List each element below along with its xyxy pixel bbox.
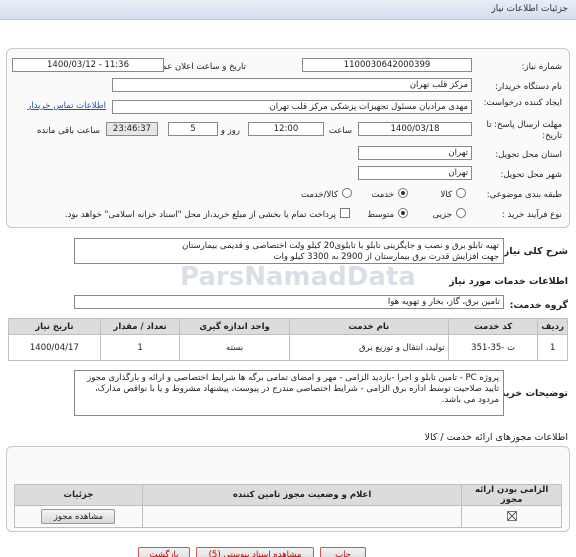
process-label: نوع فرآیند خرید : xyxy=(501,210,562,220)
col-permit-status: اعلام و وضعیت مجوز تامین کننده xyxy=(141,484,463,506)
buyer-contact-link[interactable]: اطلاعات تماس خریدار xyxy=(27,101,106,111)
col-service-name: نام خدمت xyxy=(288,318,449,335)
cell-permit-status xyxy=(141,505,463,528)
category-option-goods-service: کالا/خدمت xyxy=(301,190,338,200)
col-unit: واحد اندازه گیری xyxy=(179,318,290,335)
process-radio-medium[interactable] xyxy=(398,208,408,218)
back-button[interactable]: بازگشت xyxy=(138,547,190,557)
permits-table: الزامی بودن ارائه مجوز اعلام و وضعیت مجو… xyxy=(14,484,562,528)
remaining-time-label: ساعت باقی مانده xyxy=(36,126,100,136)
announce-date-field: 1400/03/12 - 11:36 xyxy=(12,58,164,72)
deadline-date-field: 1400/03/18 xyxy=(358,122,472,136)
cell-need-date: 1400/04/17 xyxy=(8,334,101,361)
creator-label: ایجاد کننده درخواست: xyxy=(483,98,562,108)
cell-quantity: 1 xyxy=(99,334,181,361)
process-option-minor: جزیی xyxy=(432,210,452,220)
province-label: استان محل تحویل: xyxy=(495,150,562,160)
deadline-time-label: ساعت xyxy=(328,126,352,136)
cell-service-name: تولید، انتقال و توزیع برق xyxy=(288,334,449,361)
table-row: مشاهده مجوز xyxy=(14,505,562,528)
cell-permit-required xyxy=(461,505,562,528)
col-permit-required: الزامی بودن ارائه مجوز xyxy=(461,484,562,506)
city-field: تهران xyxy=(358,166,472,180)
services-table-header: ردیف کد خدمت نام خدمت واحد اندازه گیری ت… xyxy=(8,318,568,335)
category-radio-service[interactable] xyxy=(398,188,408,198)
deadline-time-field: 12:00 xyxy=(248,122,324,136)
checkbox-x-icon xyxy=(506,511,517,522)
permits-section-title: اطلاعات مجوزهای ارائه خدمت / کالا xyxy=(424,432,568,443)
col-service-code: کد خدمت xyxy=(447,318,539,335)
category-option-service: خدمت xyxy=(371,190,394,200)
col-row: ردیف xyxy=(537,318,568,335)
need-number-label: شماره نیاز: xyxy=(521,62,562,72)
view-permit-button[interactable]: مشاهده مجوز xyxy=(41,509,116,524)
watermark: ParsNamadData xyxy=(180,262,416,292)
city-label: شهر محل تحویل: xyxy=(500,170,562,180)
province-field: تهران xyxy=(358,146,472,160)
category-radio-goods[interactable] xyxy=(456,188,466,198)
col-need-date: تاریخ نیاز xyxy=(8,318,101,335)
remaining-time-field: 23:46:37 xyxy=(106,122,158,136)
days-label: روز و xyxy=(220,126,240,136)
category-radio-goods-service[interactable] xyxy=(342,188,352,198)
cell-unit: بسته xyxy=(179,334,290,361)
print-button[interactable]: چاپ xyxy=(320,547,366,557)
service-group-field: تامین برق، گاز، بخار و تهویه هوا xyxy=(74,295,504,309)
need-number-field: 1100030642000399 xyxy=(302,58,472,72)
cell-row: 1 xyxy=(537,334,568,361)
description-textarea: تهیه تابلو برق و نصب و جایگزینی تابلو با… xyxy=(74,238,504,264)
creator-field: مهدی مرادیان مسئول تجهیزات پزشکی مرکز قل… xyxy=(112,100,472,114)
view-attachments-button[interactable]: مشاهده اسناد پیوستی (5) xyxy=(196,547,314,557)
process-radio-minor[interactable] xyxy=(456,208,466,218)
cell-permit-details: مشاهده مجوز xyxy=(14,505,143,528)
permits-table-header: الزامی بودن ارائه مجوز اعلام و وضعیت مجو… xyxy=(14,484,562,506)
page-title: جزئیات اطلاعات نیاز xyxy=(491,4,568,14)
buyer-field: مرکز قلب تهران xyxy=(112,78,472,92)
process-option-medium: متوسط xyxy=(367,210,394,220)
category-option-goods: کالا xyxy=(440,190,452,200)
buyer-label: نام دستگاه خریدار: xyxy=(495,82,562,92)
days-remaining-field: 5 xyxy=(168,122,218,136)
services-table: ردیف کد خدمت نام خدمت واحد اندازه گیری ت… xyxy=(8,318,568,361)
category-label: طبقه بندی موضوعی: xyxy=(486,190,562,200)
service-group-label: گروه خدمت: xyxy=(509,300,568,311)
col-permit-details: جزئیات xyxy=(14,484,143,506)
treasury-payment-checkbox[interactable] xyxy=(340,208,350,218)
description-label: شرح کلی نیاز: xyxy=(499,246,568,257)
treasury-payment-note: پرداخت تمام یا بخشی از مبلغ خرید،از محل … xyxy=(64,210,336,220)
col-quantity: تعداد / مقدار xyxy=(99,318,181,335)
buyer-notes-textarea: پروژه PC - تامین تابلو و اجرا -بازدید ال… xyxy=(74,370,504,416)
table-row: 1 ت -35-351 تولید، انتقال و توزیع برق بس… xyxy=(8,334,568,361)
services-section-title: اطلاعات خدمات مورد نیاز xyxy=(449,276,568,287)
deadline-label: مهلت ارسال پاسخ: تا تاریخ: xyxy=(486,120,562,141)
description-line-1: تهیه تابلو برق و نصب و جایگزینی تابلو با… xyxy=(182,241,499,251)
page-header: جزئیات اطلاعات نیاز xyxy=(0,0,576,20)
cell-service-code: ت -35-351 xyxy=(447,334,539,361)
